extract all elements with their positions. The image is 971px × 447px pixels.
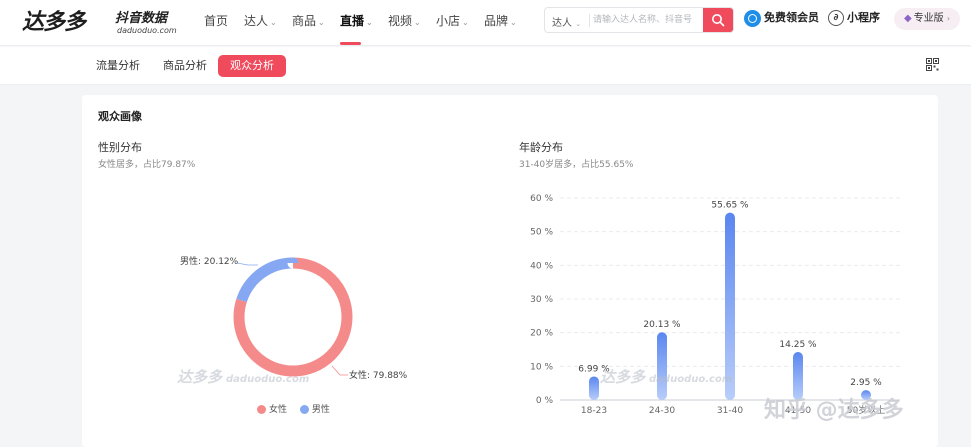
nav-shop[interactable]: 小店 ⌄	[436, 12, 469, 29]
x-tick-label: 31-40	[717, 406, 743, 416]
chevron-down-icon: ⌄	[510, 18, 517, 27]
chevron-down-icon: ⌄	[462, 18, 469, 27]
y-tick-label: 60 %	[530, 194, 553, 204]
male-slice-label: 男性: 20.12%	[180, 255, 239, 267]
nav-home[interactable]: 首页	[204, 12, 228, 29]
chevron-down-icon: ⌄	[270, 18, 277, 27]
diamond-icon: ◆	[903, 13, 912, 24]
nav-product[interactable]: 商品 ⌄	[292, 12, 325, 29]
mini-program-icon: ∂	[828, 10, 844, 26]
zhihu-watermark: 知乎 @达多多	[764, 398, 904, 423]
tab-audience-analysis[interactable]: 观众分析	[218, 55, 286, 77]
age-section-subtitle: 31-40岁居多，占比55.65%	[519, 160, 634, 170]
search-input[interactable]	[593, 11, 703, 29]
vip-chat-icon	[744, 9, 761, 27]
daduoduo-watermark-right: 达多多 daduoduo.com	[600, 368, 733, 386]
search-divider	[589, 14, 590, 27]
analysis-subnav: 流量分析 商品分析 观众分析	[0, 47, 971, 85]
gender-section-subtitle: 女性居多，占比79.87%	[98, 160, 196, 170]
chevron-down-icon: ⌄	[318, 18, 325, 27]
nav-active-indicator	[340, 42, 361, 45]
female-slice-label: 女性: 79.88%	[349, 369, 408, 381]
y-tick-label: 40 %	[530, 261, 553, 271]
y-tick-label: 50 %	[530, 228, 553, 238]
nav-brand[interactable]: 品牌 ⌄	[484, 12, 517, 29]
brand-subtitle: 抖音数据	[115, 11, 168, 26]
qr-code-icon[interactable]	[926, 58, 939, 71]
free-vip-link[interactable]: 免费领会员	[744, 9, 819, 29]
y-tick-label: 20 %	[530, 329, 553, 339]
brand-domain: daduoduo.com	[117, 26, 177, 35]
age-bar-chart: 0 %10 %20 %30 %40 %50 %60 % 6.99 %18-232…	[530, 194, 900, 416]
bar-data-label: 14.25 %	[779, 340, 817, 350]
gender-section-title: 性别分布	[98, 141, 142, 154]
search-button[interactable]	[703, 8, 733, 32]
bar-data-label: 55.65 %	[711, 201, 749, 211]
pro-version-button[interactable]: ◆ 专业版 ›	[894, 8, 960, 30]
male-label-leader	[236, 262, 258, 266]
nav-video[interactable]: 视频 ⌄	[388, 12, 421, 29]
x-tick-label: 24-30	[649, 406, 675, 416]
tab-product-analysis[interactable]: 商品分析	[151, 55, 219, 77]
chevron-down-icon: ⌄	[575, 20, 582, 28]
search-bar: 达人 ⌄	[544, 7, 734, 33]
y-tick-label: 0 %	[536, 396, 554, 406]
legend-item-female[interactable]: 女性	[257, 405, 287, 415]
daduoduo-watermark-left: 达多多 daduoduo.com	[177, 368, 310, 386]
chevron-down-icon: ⌄	[366, 18, 373, 27]
nav-influencer[interactable]: 达人 ⌄	[244, 12, 277, 29]
card-title: 观众画像	[98, 110, 142, 123]
female-label-leader	[331, 365, 348, 376]
x-tick-label: 18-23	[581, 406, 607, 416]
tab-traffic-analysis[interactable]: 流量分析	[84, 55, 152, 77]
brand-logo[interactable]: 达多多	[22, 4, 86, 36]
y-tick-label: 10 %	[530, 362, 553, 372]
nav-live[interactable]: 直播 ⌄	[340, 12, 373, 29]
chevron-down-icon: ⌄	[414, 18, 421, 27]
mini-program-link[interactable]: ∂ 小程序	[828, 9, 880, 26]
top-navbar: 达多多 抖音数据 daduoduo.com 首页 达人 ⌄ 商品 ⌄ 直播 ⌄ 视频 ⌄…	[0, 0, 971, 46]
male-legend-dot	[299, 405, 309, 414]
search-icon	[712, 14, 725, 27]
bar-data-label: 2.95 %	[850, 378, 882, 388]
female-legend-dot	[257, 405, 266, 414]
chevron-right-icon: ›	[946, 14, 951, 23]
y-tick-label: 30 %	[530, 295, 553, 305]
age-section-title: 年龄分布	[519, 141, 563, 154]
bar-data-label: 20.13 %	[643, 320, 681, 330]
gender-legend: 女性 男性	[257, 402, 330, 415]
legend-item-male[interactable]: 男性	[299, 405, 330, 415]
search-type-select[interactable]: 达人 ⌄	[552, 14, 581, 29]
age-bar[interactable]	[589, 376, 599, 400]
